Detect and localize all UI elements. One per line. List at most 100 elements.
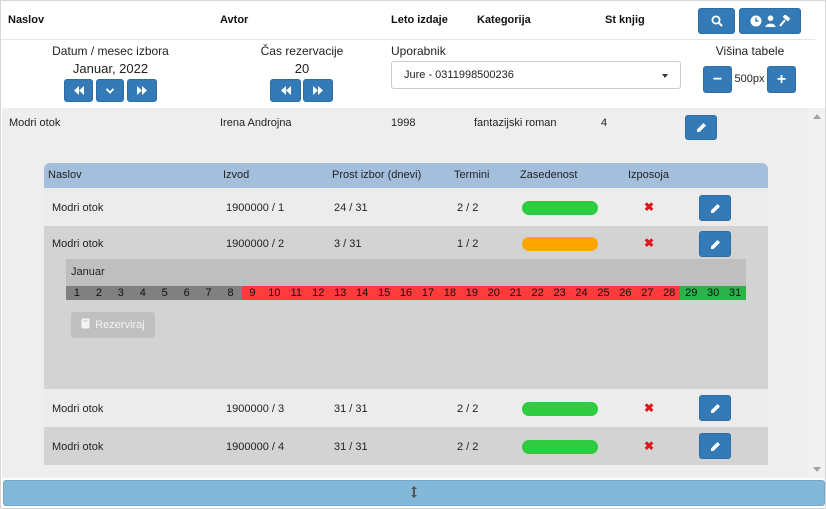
table-height-label: Višina tabele xyxy=(715,44,785,58)
calendar-day[interactable]: 1 xyxy=(66,286,88,300)
edit-book-button[interactable] xyxy=(685,115,717,140)
gavel-icon xyxy=(778,15,791,27)
copy-row[interactable]: Modri otok 1900000 / 4 31 / 31 2 / 2 ✖ xyxy=(44,427,768,465)
month-next-button[interactable] xyxy=(127,79,157,102)
calendar-day[interactable]: 19 xyxy=(460,286,483,300)
calendar-day[interactable]: 23 xyxy=(548,286,571,300)
edit-copy-button[interactable] xyxy=(699,231,731,257)
pencil-icon xyxy=(696,122,707,133)
edit-copy-button[interactable] xyxy=(699,433,731,459)
occupancy-bar xyxy=(522,237,598,251)
calendar-day[interactable]: 22 xyxy=(526,286,549,300)
close-icon: ✖ xyxy=(644,236,655,250)
calendar-day[interactable]: 5 xyxy=(153,286,176,300)
calendar-day[interactable]: 10 xyxy=(263,286,286,300)
copy-naslov: Modri otok xyxy=(52,441,104,453)
calendar-day[interactable]: 29 xyxy=(680,286,703,300)
edit-copy-button[interactable] xyxy=(699,195,731,221)
occupancy-bar xyxy=(522,402,598,416)
clock-icon xyxy=(750,15,762,27)
chevron-down-icon xyxy=(106,87,114,94)
resize-vertical-icon xyxy=(410,485,418,501)
history-user-admin-button[interactable] xyxy=(739,8,801,34)
calendar-day[interactable]: 16 xyxy=(395,286,417,300)
caret-down-icon xyxy=(662,74,668,78)
library-app: Naslov Avtor Leto izdaje Kategorija St k… xyxy=(0,0,826,509)
pencil-icon xyxy=(710,239,721,250)
calendar-day[interactable]: 25 xyxy=(592,286,615,300)
calendar-day[interactable]: 20 xyxy=(482,286,505,300)
minus-icon: − xyxy=(712,70,723,88)
copy-termini: 1 / 2 xyxy=(457,238,479,250)
occupancy-bar xyxy=(522,201,598,215)
copy-row[interactable]: Modri otok 1900000 / 3 31 / 31 2 / 2 ✖ xyxy=(44,389,768,427)
calendar-day[interactable]: 26 xyxy=(614,286,637,300)
search-button[interactable] xyxy=(698,8,735,34)
copy-naslov: Modri otok xyxy=(52,238,104,250)
time-value: 20 xyxy=(294,61,310,76)
header-naslov: Naslov xyxy=(8,14,45,26)
copy-prost: 31 / 31 xyxy=(334,441,368,453)
calendar-day[interactable]: 2 xyxy=(87,286,110,300)
calendar-days: 1 2 3 4 5 6 7 8 9 10 11 12 13 14 15 16 17 18 19 20 21 22 23 24 2… xyxy=(66,286,747,300)
edit-copy-button[interactable] xyxy=(699,395,731,421)
calendar-day[interactable]: 4 xyxy=(131,286,154,300)
calendar-day[interactable]: 7 xyxy=(197,286,220,300)
double-right-arrow-icon xyxy=(136,86,148,95)
scroll-up-icon[interactable] xyxy=(813,114,821,119)
calendar-day[interactable]: 12 xyxy=(307,286,330,300)
calendar-day[interactable]: 18 xyxy=(438,286,461,300)
header-leto: Leto izdaje xyxy=(391,14,448,26)
scroll-down-icon[interactable] xyxy=(813,467,821,472)
plus-icon: + xyxy=(776,70,787,88)
height-increase-button[interactable]: + xyxy=(767,66,796,93)
book-avtor: Irena Androjna xyxy=(220,117,292,129)
copy-izvod: 1900000 / 1 xyxy=(226,202,285,214)
calendar-day[interactable]: 28 xyxy=(658,286,681,300)
user-label: Uporabnik xyxy=(391,44,446,58)
calendar-day[interactable]: 3 xyxy=(109,286,132,300)
calendar-day[interactable]: 17 xyxy=(417,286,439,300)
pencil-icon xyxy=(710,203,721,214)
copies-table-header: Naslov Izvod Prost izbor (dnevi) Termini… xyxy=(44,163,768,188)
time-next-button[interactable] xyxy=(303,79,333,102)
calendar-day[interactable]: 21 xyxy=(504,286,527,300)
month-dropdown-button[interactable] xyxy=(96,79,124,102)
month-prev-button[interactable] xyxy=(64,79,93,102)
vertical-scrollbar[interactable] xyxy=(808,108,825,478)
calendar-day[interactable]: 8 xyxy=(219,286,242,300)
calendar-day[interactable]: 31 xyxy=(724,286,747,300)
books-table[interactable]: Modri otok Irena Androjna 1998 fantazijs… xyxy=(2,108,808,478)
header-kategorija: Kategorija xyxy=(477,14,531,26)
time-prev-button[interactable] xyxy=(270,79,301,102)
book-st: 4 xyxy=(601,117,608,129)
copy-row[interactable]: Modri otok 1900000 / 1 24 / 31 2 / 2 ✖ xyxy=(44,188,768,226)
search-icon xyxy=(711,15,723,27)
table-resize-handle[interactable] xyxy=(3,480,825,506)
copy-izvod: 1900000 / 2 xyxy=(226,238,285,250)
calendar-day[interactable]: 9 xyxy=(241,286,264,300)
calendar-day[interactable]: 6 xyxy=(175,286,198,300)
date-value: Januar, 2022 xyxy=(72,61,149,76)
copy-izvod: 1900000 / 3 xyxy=(226,403,285,415)
copy-prost: 3 / 31 xyxy=(334,238,362,250)
reserve-label: Rezerviraj xyxy=(95,319,145,331)
calendar-day[interactable]: 11 xyxy=(285,286,308,300)
book-leto: 1998 xyxy=(391,117,416,129)
copy-row-expanded[interactable]: Modri otok 1900000 / 2 3 / 31 1 / 2 ✖ Ja… xyxy=(44,226,768,389)
calendar-day[interactable]: 24 xyxy=(570,286,593,300)
calendar-day[interactable]: 15 xyxy=(373,286,396,300)
calendar-day[interactable]: 13 xyxy=(329,286,352,300)
copy-termini: 2 / 2 xyxy=(457,202,479,214)
double-left-arrow-icon xyxy=(280,86,292,95)
table-height-value: 500px xyxy=(734,73,765,85)
calendar-month: Januar xyxy=(71,266,105,278)
copies-col-izvod: Izvod xyxy=(223,169,250,181)
calendar-day[interactable]: 30 xyxy=(702,286,725,300)
reserve-button[interactable]: Rezerviraj xyxy=(71,312,155,338)
calendar-day[interactable]: 14 xyxy=(351,286,374,300)
copy-naslov: Modri otok xyxy=(52,403,104,415)
height-decrease-button[interactable]: − xyxy=(703,66,732,93)
calendar-day[interactable]: 27 xyxy=(636,286,659,300)
user-select[interactable]: Jure - 0311998500236 xyxy=(391,61,681,89)
